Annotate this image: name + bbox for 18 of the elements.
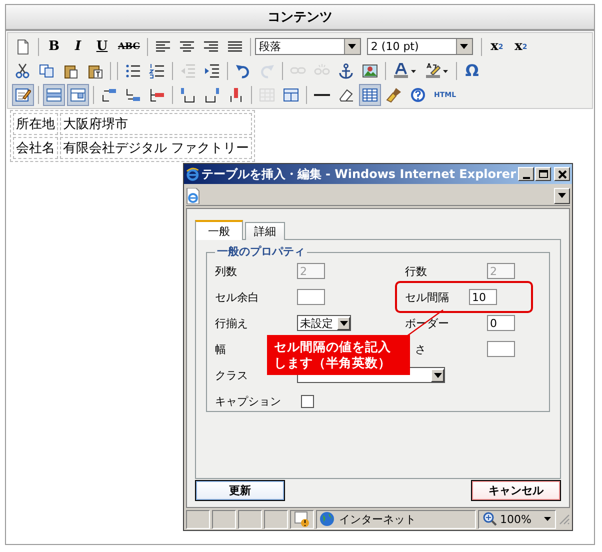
field-label: 行数: [405, 264, 427, 278]
table-cell: 有限会社デジタル ファクトリー: [60, 137, 252, 159]
field-label: キャプション: [215, 394, 281, 408]
callout-tooltip: セル間隔の値を記入します（半角英数）: [267, 335, 410, 375]
field-label: セル余白: [215, 290, 259, 304]
field-label: さ: [415, 342, 426, 356]
table-cell: 所在地: [13, 113, 58, 135]
status-text: インターネット: [339, 512, 416, 526]
field-label: クラス: [215, 368, 248, 382]
field-label: 列数: [215, 264, 237, 278]
table-cell: 大阪府堺市: [60, 113, 252, 135]
panel-title: コンテンツ: [268, 9, 332, 26]
table-cell: 会社名: [13, 137, 58, 159]
group-title: 一般のプロパティ: [216, 246, 306, 258]
field-label: 幅: [215, 342, 226, 356]
field-label: 行揃え: [215, 316, 248, 330]
field-label: セル間隔: [405, 290, 449, 304]
window-title: テーブルを挿入・編集 - Windows Internet Explorer: [201, 166, 516, 182]
